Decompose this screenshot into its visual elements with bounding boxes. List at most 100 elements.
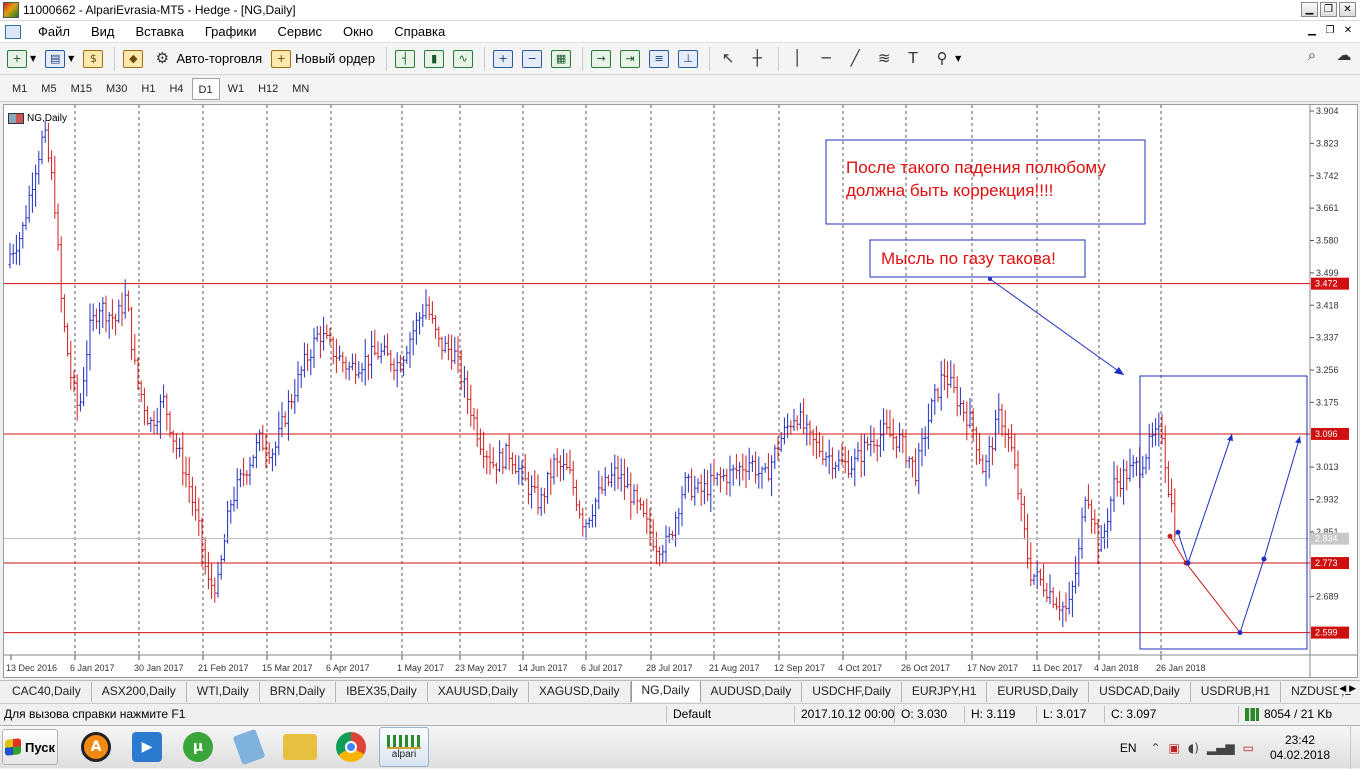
- main-toolbar: + ▼ ▤ ▼ $ ◆ ⚙ Авто-торговля + Новый ордер ┤ …: [0, 43, 1360, 75]
- autotrading-icon: ⚙: [155, 48, 170, 67]
- taskbar-app-explorer[interactable]: [276, 728, 324, 766]
- period-sep-button[interactable]: ⊥: [675, 46, 701, 72]
- tab-scroll-arrows[interactable]: ◀ ▶: [1337, 684, 1358, 694]
- taskbar-app-chrome[interactable]: [327, 728, 375, 766]
- signal-icon[interactable]: ▂▄▆: [1207, 741, 1235, 755]
- chart-shift-button[interactable]: ⇥: [617, 46, 643, 72]
- app-icon: [3, 2, 19, 18]
- candle-chart-button[interactable]: ▮: [421, 46, 447, 72]
- start-button[interactable]: Пуск: [2, 729, 58, 765]
- tab-wti[interactable]: WTI,Daily: [187, 682, 260, 702]
- line-chart-button[interactable]: ∿: [450, 46, 476, 72]
- indicators-button[interactable]: ≡: [646, 46, 672, 72]
- taskbar-app-alpari[interactable]: alpari: [379, 727, 429, 767]
- status-traffic: 8054 / 21 Kb: [1264, 707, 1333, 721]
- tab-xauusd[interactable]: XAUUSD,Daily: [428, 682, 529, 702]
- price-tick-label: 3.499: [1316, 268, 1339, 278]
- taskbar-app-utorrent[interactable]: µ: [174, 728, 222, 766]
- menu-charts[interactable]: Графики: [196, 24, 269, 39]
- menu-window[interactable]: Окно: [334, 24, 385, 39]
- chart-minimize-button[interactable]: ▁: [1304, 24, 1320, 38]
- fibonacci-button[interactable]: ≋: [871, 46, 897, 72]
- status-high: H: 3.119: [964, 706, 1034, 723]
- volume-icon[interactable]: ◖): [1188, 741, 1199, 755]
- zoom-in-button[interactable]: +: [490, 46, 516, 72]
- new-chart-button[interactable]: + ▼: [4, 46, 39, 72]
- network-alert-icon[interactable]: ▣: [1169, 741, 1180, 755]
- bar-chart-button[interactable]: ┤: [392, 46, 418, 72]
- date-tick-label: 21 Aug 2017: [709, 663, 760, 673]
- zoom-out-button[interactable]: −: [519, 46, 545, 72]
- tab-asx200[interactable]: ASX200,Daily: [92, 682, 187, 702]
- timeframe-m5[interactable]: M5: [35, 78, 62, 100]
- timeframe-m30[interactable]: M30: [100, 78, 133, 100]
- close-button[interactable]: ✕: [1339, 2, 1356, 17]
- chart-window-icon[interactable]: [5, 24, 21, 39]
- autoscroll-button[interactable]: →: [588, 46, 614, 72]
- shapes-button[interactable]: ⚲ ▼: [929, 46, 964, 72]
- menu-insert[interactable]: Вставка: [127, 24, 196, 39]
- window-controls: ▁ ❐ ✕: [1301, 2, 1356, 17]
- timeframe-w1[interactable]: W1: [222, 78, 251, 100]
- minimize-button[interactable]: ▁: [1301, 2, 1318, 17]
- timeframe-m15[interactable]: M15: [65, 78, 98, 100]
- tab-brn[interactable]: BRN,Daily: [260, 682, 337, 702]
- menu-view[interactable]: Вид: [82, 24, 127, 39]
- timeframe-mn[interactable]: MN: [286, 78, 315, 100]
- chart-close-button[interactable]: ✕: [1340, 24, 1356, 38]
- tab-ibex35[interactable]: IBEX35,Daily: [336, 682, 428, 702]
- power-icon[interactable]: ▭: [1243, 741, 1254, 755]
- tray-expand-icon[interactable]: ⌃: [1150, 741, 1160, 755]
- tab-audusd[interactable]: AUDUSD,Daily: [701, 682, 803, 702]
- new-order-button[interactable]: + Новый ордер: [268, 46, 378, 72]
- language-indicator[interactable]: EN: [1120, 741, 1137, 755]
- timeframes-toolbar: M1 M5 M15 M30 H1 H4 D1 W1 H12 MN: [0, 76, 1360, 102]
- projection-path-down: [1169, 536, 1241, 633]
- tab-ng[interactable]: NG,Daily: [630, 681, 701, 702]
- tab-usdchf[interactable]: USDCHF,Daily: [802, 682, 902, 702]
- horizontal-line-button[interactable]: ─: [813, 46, 839, 72]
- taskbar-app-avast[interactable]: A: [72, 728, 120, 766]
- trendline-button[interactable]: ╱: [842, 46, 868, 72]
- tile-windows-button[interactable]: ▦: [548, 46, 574, 72]
- tab-xagusd[interactable]: XAGUSD,Daily: [529, 682, 631, 702]
- projection-arrow-head: [1295, 436, 1301, 444]
- trendline-icon: ╱: [850, 48, 860, 67]
- crosshair-button[interactable]: ┼: [744, 46, 770, 72]
- vertical-line-button[interactable]: │: [784, 46, 810, 72]
- menu-tools[interactable]: Сервис: [269, 24, 335, 39]
- clock[interactable]: 23:42 04.02.2018: [1270, 733, 1330, 763]
- timeframe-h1[interactable]: H1: [135, 78, 161, 100]
- menu-bar: Файл Вид Вставка Графики Сервис Окно Спр…: [0, 21, 1360, 43]
- chrome-icon: [336, 732, 366, 762]
- timeframe-m1[interactable]: M1: [6, 78, 33, 100]
- tab-cac40[interactable]: CAC40,Daily: [2, 682, 92, 702]
- menu-file[interactable]: Файл: [29, 24, 82, 39]
- tab-usdcad[interactable]: USDCAD,Daily: [1089, 682, 1191, 702]
- taskbar-app-media[interactable]: ▶: [123, 728, 171, 766]
- menu-help[interactable]: Справка: [385, 24, 457, 39]
- chart-restore-button[interactable]: ❐: [1322, 24, 1338, 38]
- autotrading-button[interactable]: ⚙ Авто-торговля: [149, 46, 265, 72]
- tab-eurusd[interactable]: EURUSD,Daily: [987, 682, 1090, 702]
- metaeditor-button[interactable]: ◆: [120, 46, 146, 72]
- restore-button[interactable]: ❐: [1320, 2, 1337, 17]
- chart-window[interactable]: 13 Dec 2016 6 Jan 2017 30 Jan 2017 21 Feb 2…: [3, 104, 1358, 678]
- tab-usdrub[interactable]: USDRUB,H1: [1191, 682, 1282, 702]
- show-desktop-button[interactable]: [1350, 726, 1360, 769]
- profiles-button[interactable]: ▤ ▼: [42, 46, 77, 72]
- search-icon[interactable]: ⌕: [1302, 47, 1322, 65]
- chat-icon[interactable]: ☁: [1334, 47, 1354, 65]
- text-button[interactable]: T: [900, 46, 926, 72]
- price-chart[interactable]: 13 Dec 2016 6 Jan 2017 30 Jan 2017 21 Feb 2…: [4, 105, 1357, 677]
- projection-point: [1175, 529, 1181, 535]
- date-tick-label: 14 Jun 2017: [518, 663, 568, 673]
- taskbar-app-notepad[interactable]: [225, 728, 273, 766]
- tab-eurjpy[interactable]: EURJPY,H1: [902, 682, 988, 702]
- cursor-button[interactable]: ↖: [715, 46, 741, 72]
- algo-button[interactable]: $: [80, 46, 106, 72]
- date-tick-label: 30 Jan 2017: [134, 663, 184, 673]
- timeframe-h12[interactable]: H12: [252, 78, 284, 100]
- timeframe-h4[interactable]: H4: [163, 78, 189, 100]
- timeframe-d1[interactable]: D1: [191, 77, 220, 100]
